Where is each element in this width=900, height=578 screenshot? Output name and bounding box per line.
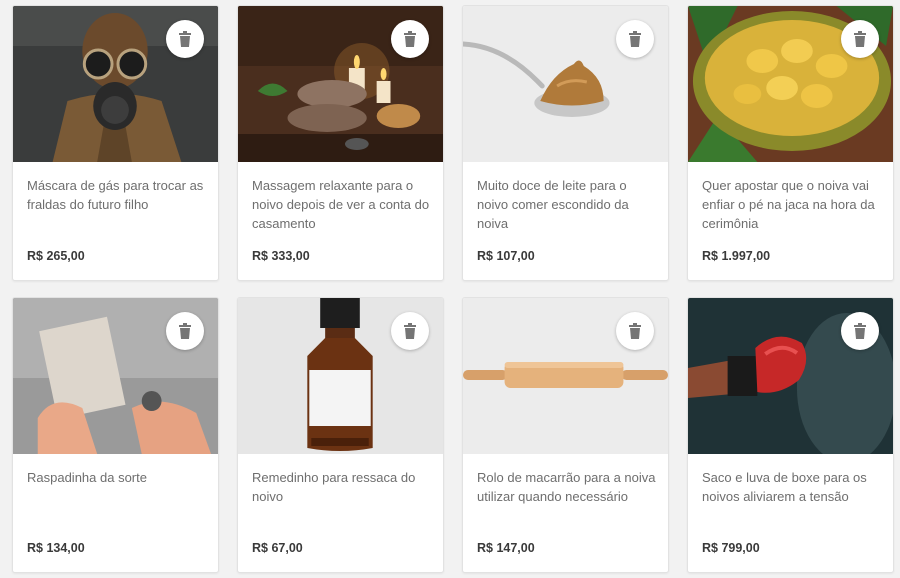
- product-card[interactable]: Saco e luva de boxe para os noivos alivi…: [687, 297, 894, 573]
- product-price: R$ 134,00: [27, 541, 85, 555]
- trash-icon: [404, 323, 416, 339]
- trash-icon: [629, 31, 641, 47]
- product-price: R$ 265,00: [27, 249, 85, 263]
- product-title: Raspadinha da sorte: [27, 470, 147, 485]
- trash-icon: [179, 323, 191, 339]
- delete-button[interactable]: [841, 20, 879, 58]
- gift-list-grid: Máscara de gás para trocar as fraldas do…: [12, 5, 894, 573]
- product-price: R$ 333,00: [252, 249, 310, 263]
- product-card[interactable]: Raspadinha da sorte R$ 134,00: [12, 297, 219, 573]
- delete-button[interactable]: [616, 20, 654, 58]
- product-title: Muito doce de leite para o noivo comer e…: [477, 178, 629, 231]
- product-title: Remedinho para ressaca do noivo: [252, 470, 416, 504]
- trash-icon: [854, 323, 866, 339]
- product-price: R$ 67,00: [252, 541, 303, 555]
- product-price: R$ 1.997,00: [702, 249, 771, 263]
- product-card[interactable]: Máscara de gás para trocar as fraldas do…: [12, 5, 219, 281]
- product-card[interactable]: Quer apostar que o noiva vai enfiar o pé…: [687, 5, 894, 281]
- product-card[interactable]: Remedinho para ressaca do noivo R$ 67,00: [237, 297, 444, 573]
- trash-icon: [629, 323, 641, 339]
- product-price: R$ 147,00: [477, 541, 535, 555]
- product-title: Quer apostar que o noiva vai enfiar o pé…: [702, 178, 875, 231]
- delete-button[interactable]: [391, 312, 429, 350]
- trash-icon: [404, 31, 416, 47]
- product-card[interactable]: Rolo de macarrão para a noiva utilizar q…: [462, 297, 669, 573]
- delete-button[interactable]: [166, 20, 204, 58]
- product-price: R$ 107,00: [477, 249, 535, 263]
- product-title: Saco e luva de boxe para os noivos alivi…: [702, 470, 867, 504]
- delete-button[interactable]: [841, 312, 879, 350]
- product-title: Máscara de gás para trocar as fraldas do…: [27, 178, 204, 212]
- product-price: R$ 799,00: [702, 541, 760, 555]
- delete-button[interactable]: [616, 312, 654, 350]
- product-title: Massagem relaxante para o noivo depois d…: [252, 178, 430, 231]
- trash-icon: [854, 31, 866, 47]
- trash-icon: [179, 31, 191, 47]
- product-card[interactable]: Muito doce de leite para o noivo comer e…: [462, 5, 669, 281]
- delete-button[interactable]: [166, 312, 204, 350]
- product-title: Rolo de macarrão para a noiva utilizar q…: [477, 470, 656, 504]
- product-card[interactable]: Massagem relaxante para o noivo depois d…: [237, 5, 444, 281]
- delete-button[interactable]: [391, 20, 429, 58]
